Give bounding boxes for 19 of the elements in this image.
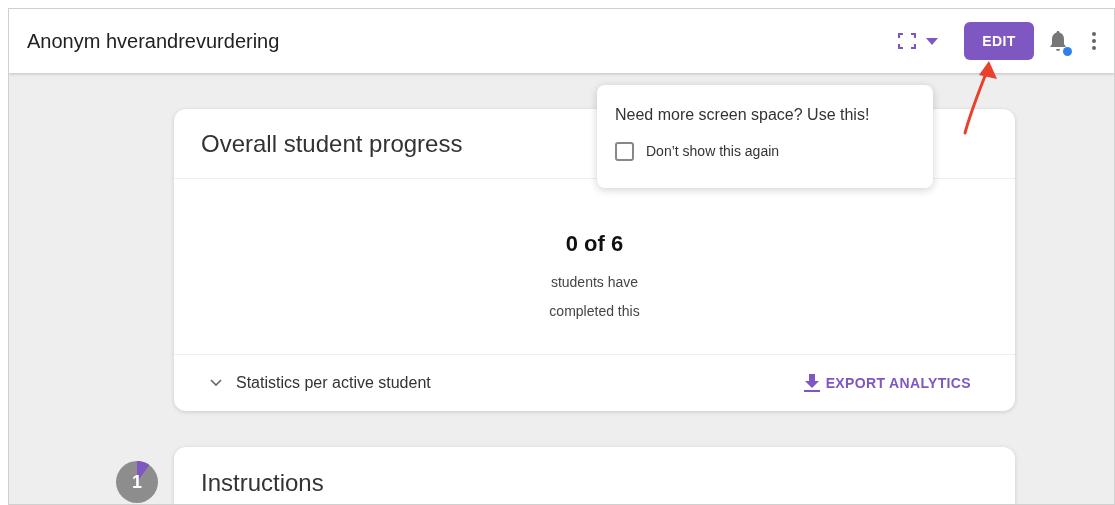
step-badge: 1 <box>116 461 158 503</box>
fullscreen-icon <box>898 33 916 49</box>
card-title: Overall student progress <box>201 128 463 159</box>
bell-icon[interactable] <box>1048 30 1068 52</box>
section-title: Instructions <box>201 469 324 496</box>
caption-text: completed this <box>549 302 640 321</box>
page-title: Anonym hverandrevurdering <box>27 29 280 54</box>
caption-text: students have <box>550 273 639 292</box>
export-analytics-button[interactable]: EXPORT ANALYTICS <box>803 372 971 394</box>
completion-count: 0 of 6 <box>565 230 624 258</box>
checkbox-label: Don’t show this again <box>646 142 780 161</box>
fullscreen-menu-button[interactable] <box>898 33 938 49</box>
tooltip-message: Need more screen space? Use this! <box>615 105 871 125</box>
download-icon <box>803 374 820 392</box>
checkbox[interactable] <box>615 142 634 161</box>
statistics-toggle[interactable]: Statistics per active student <box>210 371 431 395</box>
more-icon[interactable] <box>1092 32 1096 50</box>
caret-icon <box>926 37 938 45</box>
edit-button[interactable]: EDIT <box>964 22 1034 60</box>
